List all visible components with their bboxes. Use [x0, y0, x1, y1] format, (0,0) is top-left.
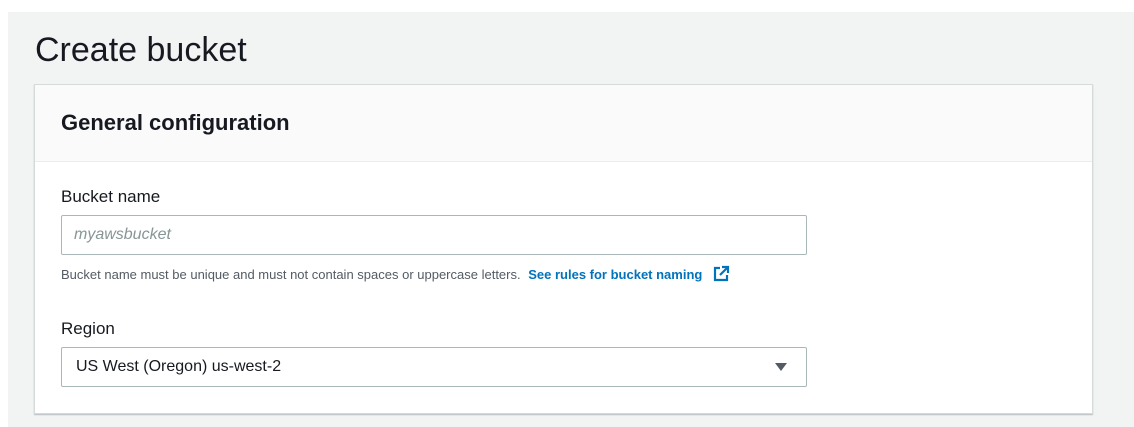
region-select[interactable]: US West (Oregon) us-west-2: [61, 347, 807, 387]
bucket-name-input[interactable]: [61, 215, 807, 255]
bucket-name-hint: Bucket name must be unique and must not …: [61, 265, 730, 284]
page-title: Create bucket: [35, 31, 247, 69]
region-label: Region: [61, 319, 115, 338]
bucket-name-hint-text: Bucket name must be unique and must not …: [61, 267, 521, 282]
caret-down-icon: [775, 363, 787, 371]
bucket-name-label: Bucket name: [61, 187, 161, 206]
general-configuration-panel: General configuration Bucket name Bucket…: [34, 84, 1093, 414]
panel-header: General configuration: [35, 85, 1092, 162]
external-link-icon: [713, 265, 730, 282]
page-container: Create bucket General configuration Buck…: [8, 12, 1134, 427]
panel-title: General configuration: [61, 110, 290, 135]
region-selected-value: US West (Oregon) us-west-2: [76, 358, 282, 375]
bucket-naming-rules-link[interactable]: See rules for bucket naming: [528, 265, 730, 282]
bucket-naming-rules-link-text: See rules for bucket naming: [528, 267, 703, 282]
